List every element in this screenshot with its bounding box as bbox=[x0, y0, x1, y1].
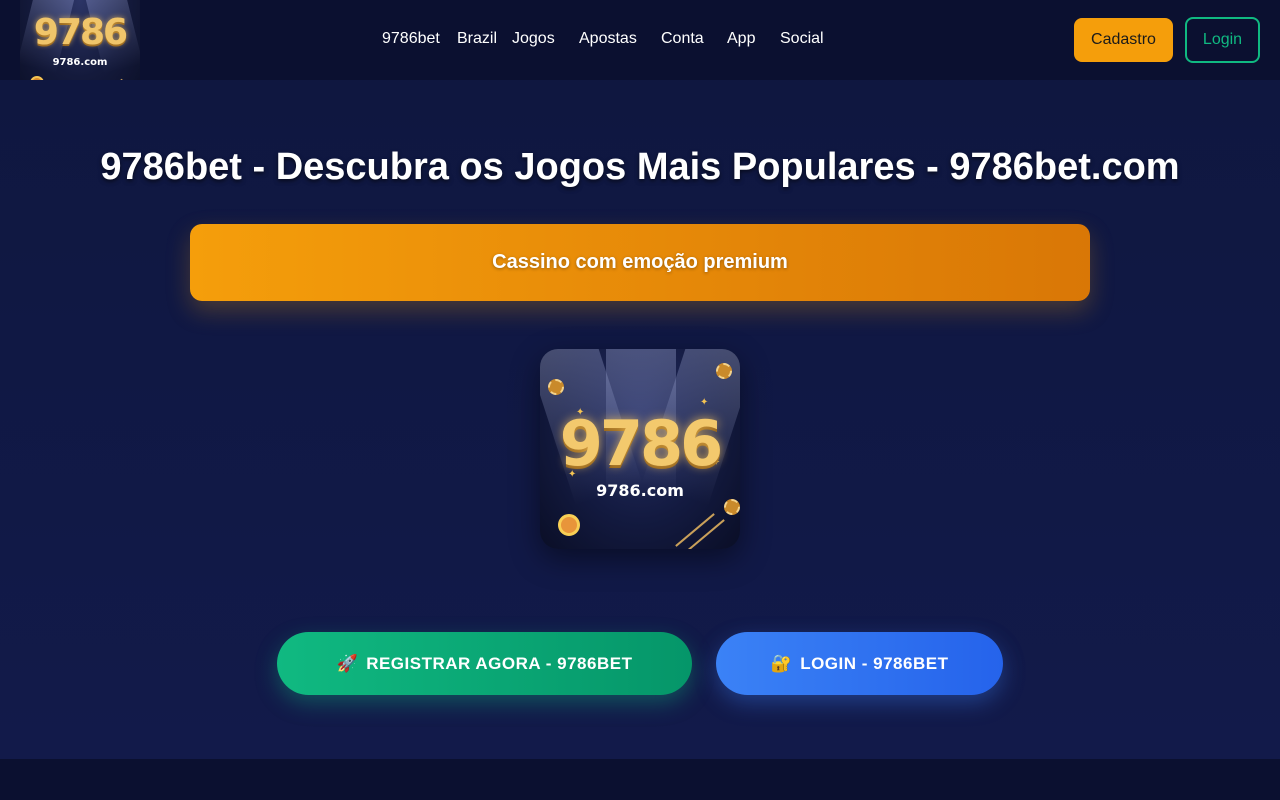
nav-link-brazil[interactable]: Brazil bbox=[457, 30, 497, 48]
nav-link-conta[interactable]: Conta bbox=[661, 30, 704, 48]
register-now-label: REGISTRAR AGORA - 9786BET bbox=[366, 654, 633, 673]
nav-link-9786bet[interactable]: 9786bet bbox=[382, 30, 440, 48]
nav-link-apostas[interactable]: Apostas bbox=[579, 30, 637, 48]
lock-key-icon: 🔐 bbox=[770, 654, 793, 673]
hero-section: 9786bet - Descubra os Jogos Mais Popular… bbox=[0, 80, 1280, 759]
hero-number: 9786 bbox=[559, 407, 724, 480]
promo-banner: Cassino com emoção premium bbox=[190, 224, 1090, 301]
register-now-button[interactable]: 🚀 REGISTRAR AGORA - 9786BET bbox=[277, 632, 692, 695]
page-title: 9786bet - Descubra os Jogos Mais Popular… bbox=[100, 146, 1180, 188]
login-cta-button[interactable]: 🔐 LOGIN - 9786BET bbox=[716, 632, 1003, 695]
chip-icon bbox=[724, 499, 740, 515]
hero-logo-image: ✦ ✦ ✦ ✦ 9786 9786.com bbox=[540, 349, 740, 549]
page-footer bbox=[0, 759, 1280, 800]
nav-link-jogos[interactable]: Jogos bbox=[512, 30, 555, 48]
login-button[interactable]: Login bbox=[1185, 17, 1260, 63]
chip-icon bbox=[548, 379, 564, 395]
medal-icon bbox=[558, 514, 580, 536]
chip-icon bbox=[716, 363, 732, 379]
rocket-icon: 🚀 bbox=[336, 654, 359, 673]
site-header: 9786 9786.com 9786bet Brazil Jogos Apost… bbox=[0, 0, 1280, 99]
hero-domain: 9786.com bbox=[596, 481, 684, 500]
nav-link-social[interactable]: Social bbox=[780, 30, 824, 48]
cadastro-button[interactable]: Cadastro bbox=[1074, 18, 1173, 62]
nav-link-app[interactable]: App bbox=[727, 30, 755, 48]
login-cta-label: LOGIN - 9786BET bbox=[800, 654, 949, 673]
